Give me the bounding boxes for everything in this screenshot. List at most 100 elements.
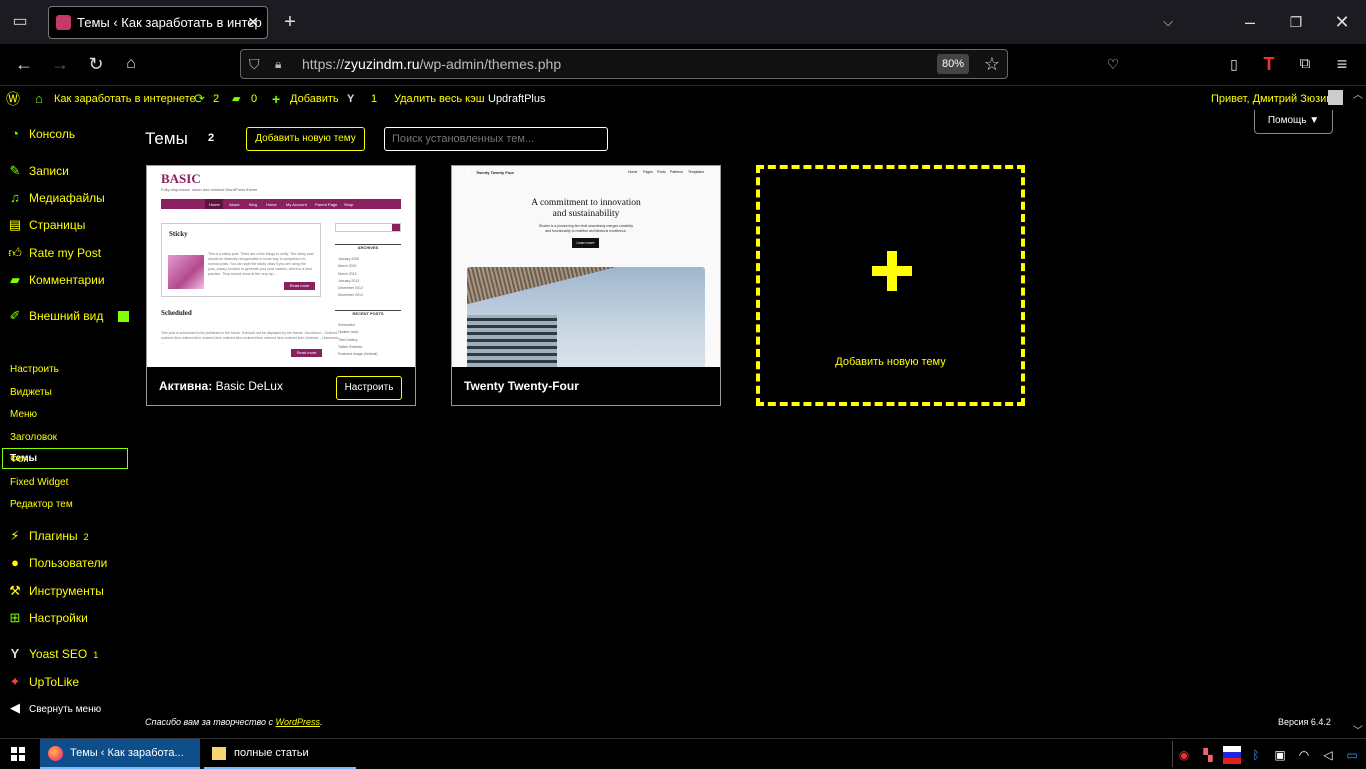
sidebar-item-comments[interactable]: ▰ Комментарии — [8, 270, 105, 290]
preview-nav-item: Posts — [657, 170, 666, 174]
theme-screenshot-basic[interactable]: BASIC Fully responsive, clean and minima… — [147, 166, 415, 367]
sidebar-item-posts[interactable]: ✎ Записи — [8, 161, 69, 181]
updates-count[interactable]: 2 — [213, 86, 219, 112]
network-status-icon[interactable]: ▣ — [1271, 746, 1289, 764]
theme-screenshot-twentytwentyfour[interactable]: ◼ Twenty Twenty Four Home Pages Posts Pa… — [452, 166, 720, 367]
reload-icon[interactable]: ↻ — [84, 52, 108, 76]
start-button-icon[interactable] — [11, 747, 25, 761]
submenu-menus[interactable]: Меню — [10, 409, 37, 420]
url-bar[interactable]: ⛉ 🔒︎ https://zyuzindm.ru/wp-admin/themes… — [240, 49, 1008, 79]
theme-card-twentytwentyfour[interactable]: ◼ Twenty Twenty Four Home Pages Posts Pa… — [451, 165, 721, 406]
sidebar-item-yoast[interactable]: Y Yoast SEO 1 — [8, 644, 99, 664]
preview-post2-title: Scheduled — [161, 309, 192, 317]
footer-thanks: Спасибо вам за творчество с WordPress. — [145, 717, 323, 727]
bluetooth-icon[interactable]: ᛒ — [1247, 746, 1265, 764]
taskbar-folder[interactable]: полные статьи — [204, 739, 356, 769]
sidebar-item-label: Медиафайлы — [29, 191, 105, 205]
sidebar-item-rate-my-post[interactable]: 👍︎ Rate my Post — [8, 243, 101, 263]
theme-caption-basic: Активна: Basic DeLux Настроить — [147, 367, 415, 405]
active-label: Активна: — [159, 379, 213, 393]
add-new-theme-button[interactable]: Добавить новую тему — [246, 127, 365, 151]
scroll-down-icon[interactable]: ﹀ — [1353, 722, 1363, 737]
submenu-background[interactable]: Фон — [10, 454, 29, 465]
yoast-icon[interactable]: Y — [347, 86, 354, 112]
browser-tab[interactable]: Темы ‹ Как заработать в интер ✕ — [48, 6, 268, 39]
sidebar-item-label: Комментарии — [29, 273, 105, 287]
search-themes-input[interactable] — [384, 127, 608, 151]
clear-cache-link[interactable]: Удалить весь кэш — [394, 86, 485, 112]
preview-nav: Home About Blog Home My Account Parent P… — [161, 199, 401, 209]
theme-name-twentytwentyfour: Twenty Twenty-Four — [464, 379, 579, 393]
preview-archive-item: November 2012 — [338, 293, 363, 298]
sidebar-item-appearance[interactable]: ✐ Внешний вид — [8, 306, 130, 326]
site-name-link[interactable]: Как заработать в интернете — [54, 86, 196, 112]
submenu-customize[interactable]: Настроить — [10, 364, 59, 375]
preview-headline-line: and sustainability — [552, 209, 620, 219]
submenu-header[interactable]: Заголовок — [10, 432, 57, 443]
forward-icon[interactable]: → — [48, 52, 72, 76]
shield-icon[interactable]: ⛉ — [249, 50, 260, 78]
preview-nav-item: Templates — [688, 170, 704, 174]
updraftplus-link[interactable]: UpdraftPlus — [488, 86, 545, 112]
sidebar-collapse[interactable]: ◀ Свернуть меню — [8, 698, 101, 718]
sidebar-item-uptolike[interactable]: ✦ UpToLike — [8, 672, 79, 692]
wifi-icon[interactable]: ◠ — [1295, 746, 1313, 764]
back-icon[interactable]: ← — [12, 52, 36, 76]
preview-nav-item: Shop — [344, 202, 354, 207]
sidebar-item-users[interactable]: ● Пользователи — [8, 553, 107, 573]
wrench-icon: ⚒︎ — [9, 583, 21, 598]
app-tray-icon[interactable]: ▚ — [1199, 746, 1217, 764]
new-tab-icon[interactable]: + — [278, 10, 302, 34]
extension-t-icon[interactable]: T — [1257, 52, 1281, 76]
updates-icon[interactable]: ⟳ — [194, 86, 205, 112]
bookmark-star-icon[interactable]: ☆ — [980, 52, 1004, 76]
chevron-down-icon[interactable]: ⌵ — [1156, 10, 1180, 34]
tab-list-icon[interactable]: ▭ — [8, 10, 32, 34]
sidebar-item-dashboard[interactable]: ◔ Консоль — [8, 124, 75, 144]
volume-icon[interactable]: ◁ — [1319, 746, 1337, 764]
close-window-icon[interactable]: ✕ — [1330, 10, 1354, 34]
comments-icon[interactable]: ▰ — [232, 86, 240, 112]
plus-icon[interactable]: + — [272, 86, 280, 112]
sidebar-item-settings[interactable]: ⊞ Настройки — [8, 608, 88, 628]
extensions-icon[interactable]: ⧉ — [1293, 52, 1317, 76]
submenu-fixed-widget[interactable]: Fixed Widget — [10, 477, 68, 488]
close-tab-icon[interactable]: ✕ — [247, 7, 259, 38]
submenu-theme-editor[interactable]: Редактор тем — [10, 499, 73, 510]
submenu-widgets[interactable]: Виджеты — [10, 387, 52, 398]
help-label: Помощь — [1267, 115, 1307, 126]
lock-icon[interactable]: 🔒︎ — [275, 50, 281, 78]
preview-archives-head: ARCHIVES — [335, 244, 401, 250]
home-icon[interactable]: ⌂ — [119, 52, 143, 76]
wordpress-logo-icon[interactable]: Ⓦ — [6, 86, 20, 112]
theme-card-basic[interactable]: BASIC Fully responsive, clean and minima… — [146, 165, 416, 406]
customize-button[interactable]: Настроить — [336, 376, 402, 400]
sidebar-icon[interactable]: ▯ — [1222, 52, 1246, 76]
sidebar-item-tools[interactable]: ⚒︎ Инструменты — [8, 581, 104, 601]
notifications-icon[interactable]: ▭ — [1343, 746, 1361, 764]
restore-icon[interactable]: ❐ — [1284, 10, 1308, 34]
add-new-link[interactable]: Добавить — [290, 86, 339, 112]
pocket-icon[interactable]: ♡ — [1101, 52, 1125, 76]
taskbar-firefox[interactable]: Темы ‹ Как заработа... — [40, 739, 200, 769]
opera-icon[interactable]: ◉ — [1175, 746, 1193, 764]
pages-icon: ▤ — [8, 217, 22, 232]
add-new-theme-tile[interactable]: Добавить новую тему — [756, 165, 1025, 406]
sidebar-item-plugins[interactable]: ⚡︎ Плагины 2 — [8, 526, 88, 546]
minimize-icon[interactable]: – — [1238, 10, 1262, 34]
scroll-up-icon[interactable]: ︿ — [1353, 86, 1363, 101]
flag-ru-icon[interactable] — [1223, 746, 1241, 764]
comments-count[interactable]: 0 — [251, 86, 257, 112]
avatar[interactable] — [1328, 90, 1343, 105]
yoast-count[interactable]: 1 — [371, 86, 377, 112]
greeting[interactable]: Привет, Дмитрий Зюзин — [1211, 86, 1332, 112]
menu-icon[interactable]: ≡ — [1330, 52, 1354, 76]
wordpress-link[interactable]: WordPress — [275, 717, 320, 727]
help-button[interactable]: Помощь ▼ — [1254, 110, 1333, 134]
sidebar-item-media[interactable]: ♫ Медиафайлы — [8, 188, 105, 208]
system-tray: ◉ ▚ ᛒ ▣ ◠ ◁ ▭ — [1172, 741, 1366, 767]
zoom-level[interactable]: 80% — [937, 54, 969, 74]
sidebar-item-pages[interactable]: ▤ Страницы — [8, 215, 86, 235]
firefox-icon — [48, 746, 63, 761]
url-domain: zyuzindm.ru — [344, 56, 420, 72]
